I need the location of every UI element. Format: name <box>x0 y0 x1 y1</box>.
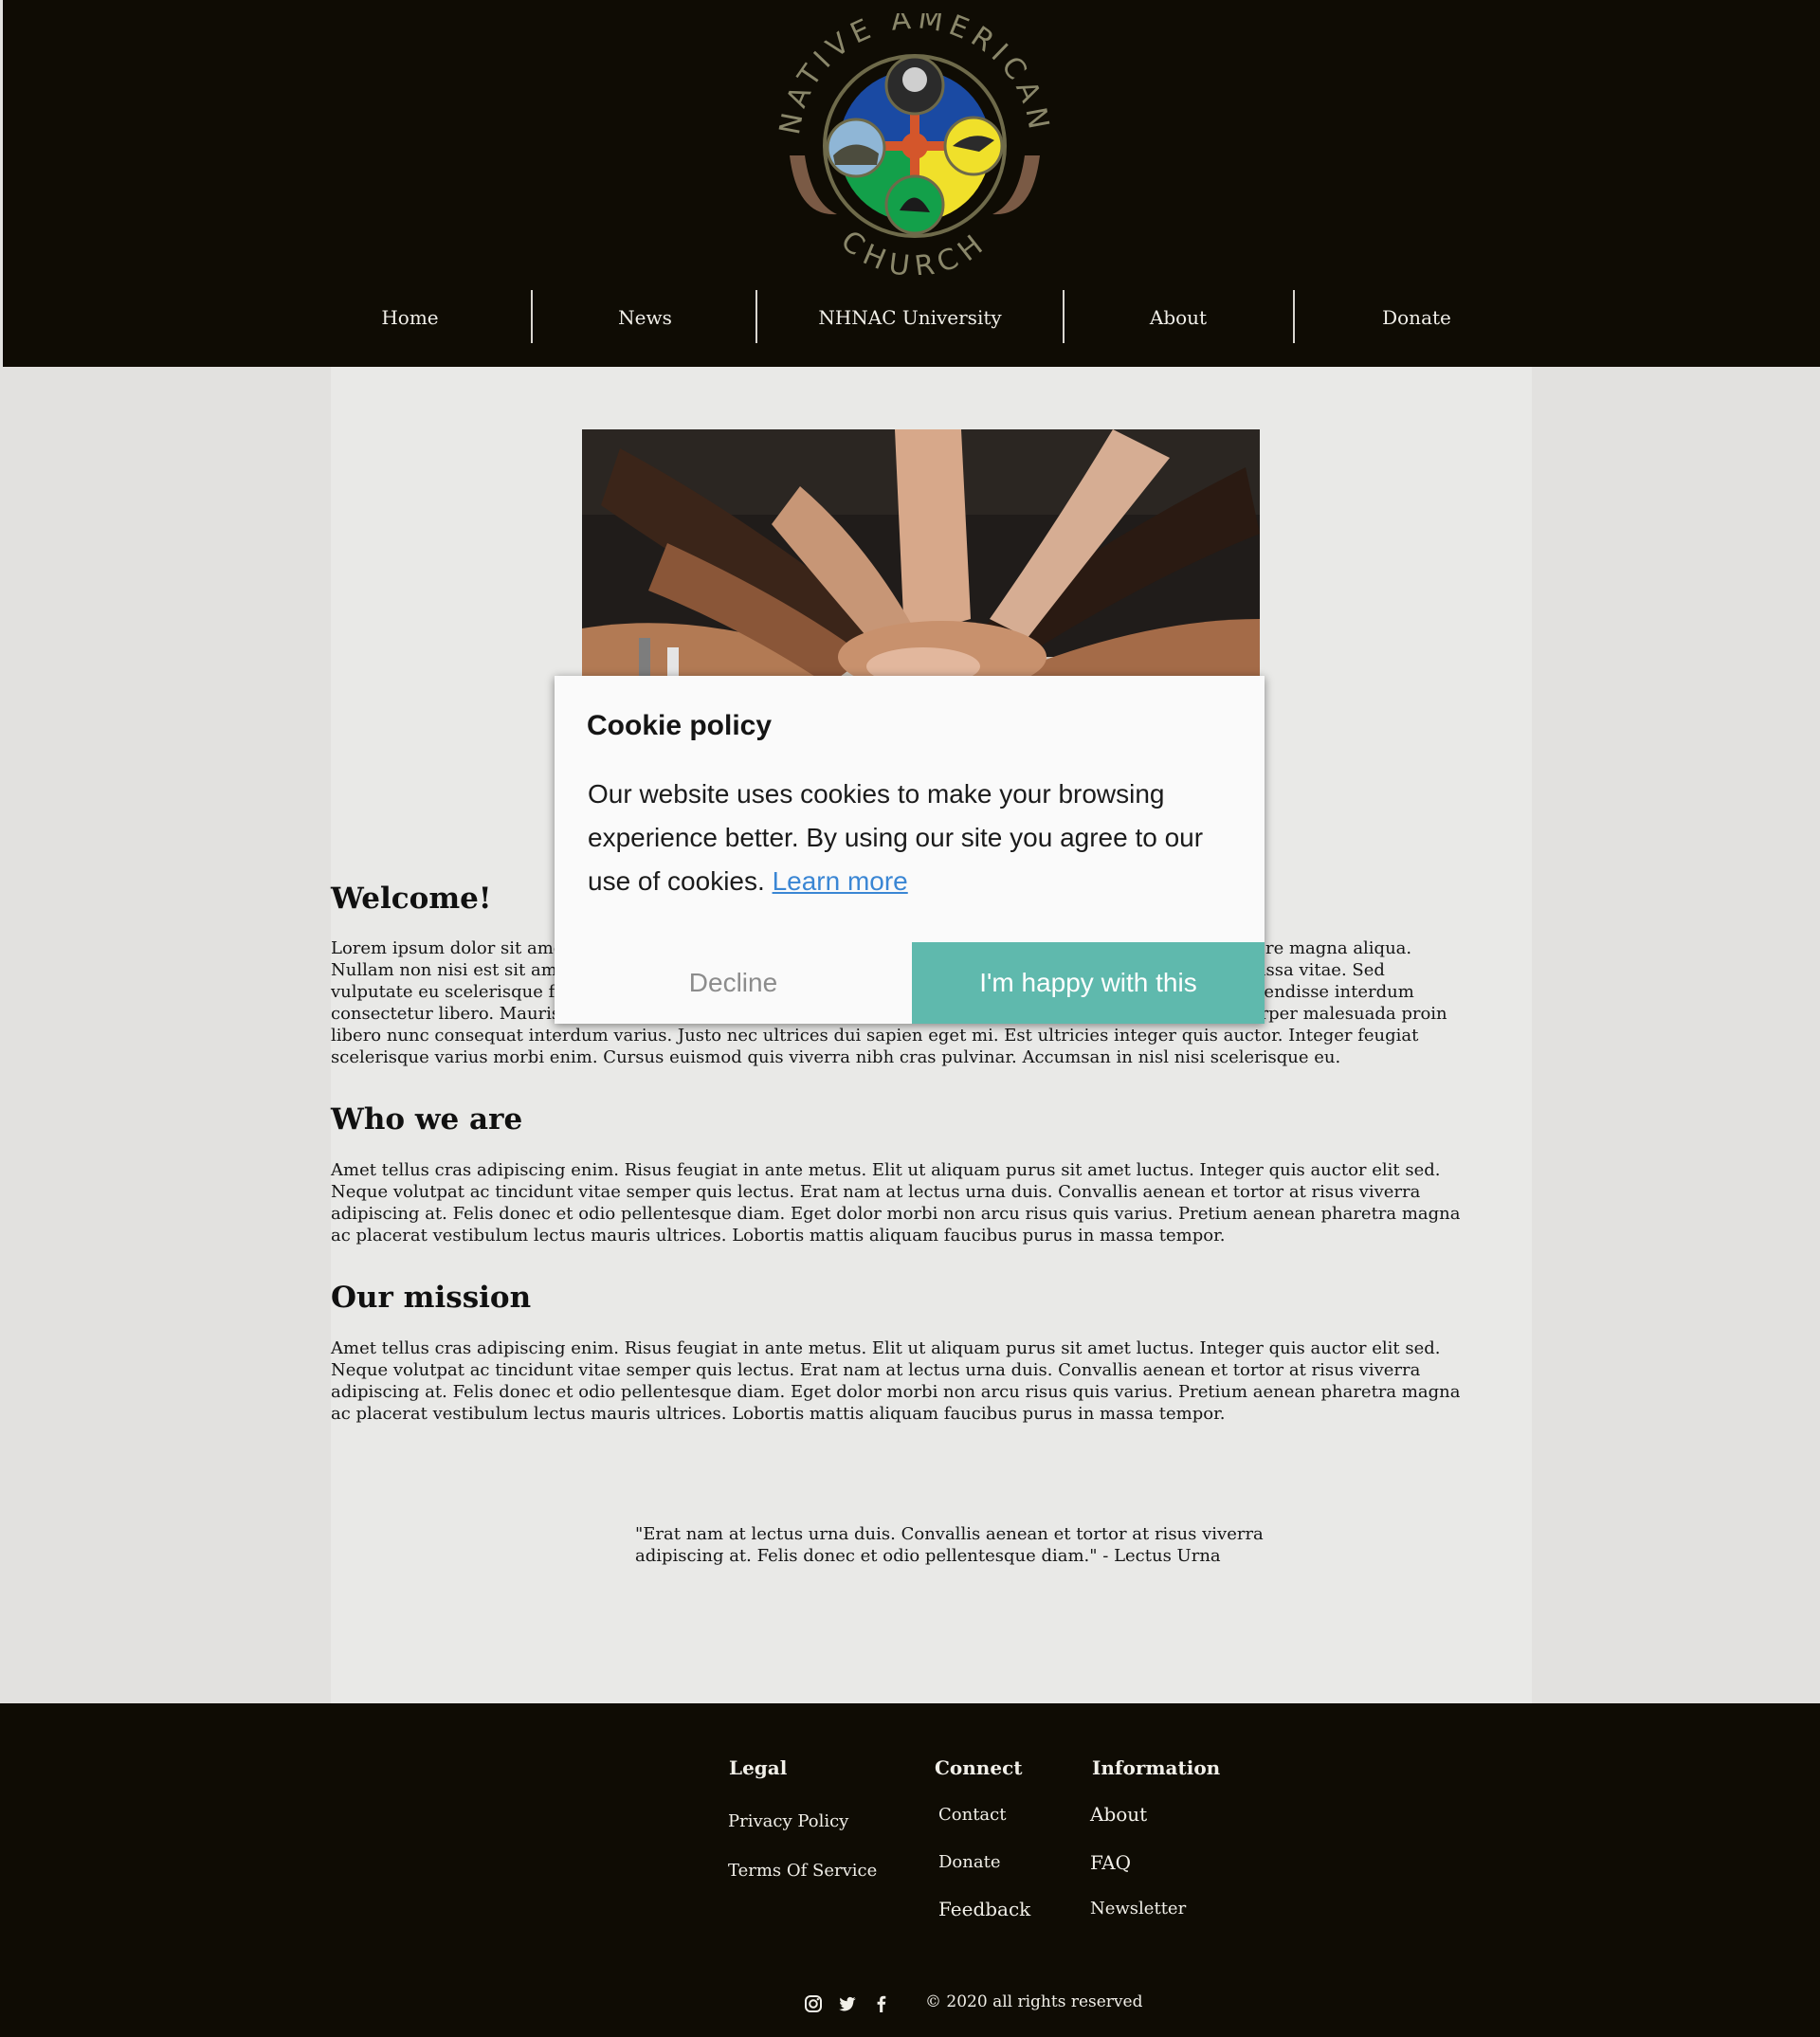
cookie-title: Cookie policy <box>587 710 773 741</box>
privacy-policy-link[interactable]: Privacy Policy <box>728 1811 848 1831</box>
site-header: NATIVE AMERICAN CHURCH Home News NHNAC U… <box>3 0 1820 367</box>
footer-heading-information: Information <box>1092 1756 1221 1779</box>
copyright-text: © 2020 all rights reserved <box>925 1992 1143 2011</box>
learn-more-link[interactable]: Learn more <box>773 866 908 896</box>
nav-item-about[interactable]: About <box>1065 290 1292 345</box>
faq-link[interactable]: FAQ <box>1090 1851 1131 1874</box>
our-mission-heading: Our mission <box>331 1281 532 1315</box>
nav-divider <box>1293 290 1295 343</box>
footer-heading-legal: Legal <box>729 1756 788 1779</box>
accept-cookies-button[interactable]: I'm happy with this <box>912 942 1265 1024</box>
about-link[interactable]: About <box>1090 1803 1147 1826</box>
nav-item-news[interactable]: News <box>534 290 756 345</box>
cookie-dialog: Cookie policy Our website uses cookies t… <box>555 676 1265 1024</box>
nav-item-donate[interactable]: Donate <box>1296 290 1538 345</box>
feedback-link[interactable]: Feedback <box>938 1898 1030 1920</box>
church-logo[interactable]: NATIVE AMERICAN CHURCH <box>778 13 1051 275</box>
who-we-are-text: Amet tellus cras adipiscing enim. Risus … <box>331 1160 1461 1246</box>
decline-button[interactable]: Decline <box>555 941 912 1024</box>
welcome-heading: Welcome! <box>331 882 492 916</box>
nav-item-university[interactable]: NHNAC University <box>757 290 1063 345</box>
newsletter-link[interactable]: Newsletter <box>1090 1899 1186 1919</box>
instagram-icon[interactable] <box>804 1994 823 2013</box>
terms-of-service-link[interactable]: Terms Of Service <box>728 1861 877 1881</box>
nav-divider <box>531 290 533 343</box>
who-we-are-heading: Who we are <box>331 1102 523 1137</box>
quote-text: "Erat nam at lectus urna duis. Convallis… <box>635 1524 1264 1566</box>
cookie-message: Our website uses cookies to make your br… <box>588 773 1251 903</box>
donate-link[interactable]: Donate <box>938 1852 1000 1872</box>
nav-item-home[interactable]: Home <box>322 290 498 345</box>
main-content: Welcome! Lorem ipsum dolor sit amet, con… <box>331 367 1532 1703</box>
our-mission-text: Amet tellus cras adipiscing enim. Risus … <box>331 1338 1461 1424</box>
site-footer: Legal Privacy Policy Terms Of Service Co… <box>0 1703 1820 2037</box>
twitter-icon[interactable] <box>838 1994 857 2013</box>
facebook-icon[interactable] <box>872 1994 891 2013</box>
footer-heading-connect: Connect <box>935 1756 1023 1779</box>
main-nav: Home News NHNAC University About Donate <box>3 290 1820 345</box>
contact-link[interactable]: Contact <box>938 1805 1006 1825</box>
